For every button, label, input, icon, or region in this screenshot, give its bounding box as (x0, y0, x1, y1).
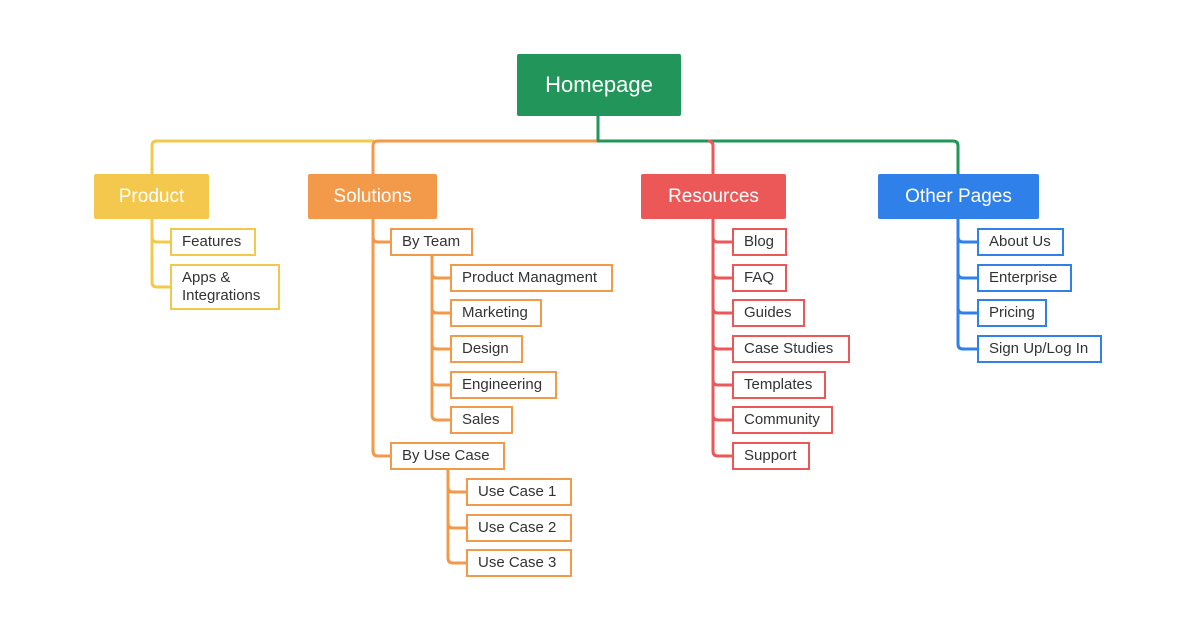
leaf-node-features[interactable]: Features (170, 228, 256, 256)
category-node-resources[interactable]: Resources (641, 174, 786, 219)
leaf-node-templates[interactable]: Templates (732, 371, 826, 399)
leaf-node-pricing[interactable]: Pricing (977, 299, 1047, 327)
leaf-label: Pricing (989, 304, 1035, 321)
leaf-label: Use Case 1 (478, 483, 557, 500)
connector-product-children-branch (150, 236, 170, 244)
leaf-label: Use Case 3 (478, 554, 557, 571)
leaf-label: Blog (744, 233, 775, 250)
connector-product-children-trunk (150, 219, 170, 289)
connector-resources-children-branch (711, 343, 732, 351)
connector-resources-children-branch (711, 414, 732, 422)
leaf-node-about-us[interactable]: About Us (977, 228, 1064, 256)
root-label: Homepage (545, 72, 653, 97)
connector-other-pages-children-trunk (956, 219, 977, 351)
leaf-node-use-case-3[interactable]: Use Case 3 (466, 549, 572, 577)
leaf-label: Use Case 2 (478, 519, 557, 536)
connector-resources-children-branch (711, 379, 732, 387)
leaf-node-sign-up-log-in[interactable]: Sign Up/Log In (977, 335, 1102, 363)
leaf-label: Community (744, 411, 820, 428)
connector-product (150, 139, 374, 174)
leaf-node-enterprise[interactable]: Enterprise (977, 264, 1072, 292)
connector-resources-children-branch (711, 307, 732, 315)
connector-by-team-children-trunk (430, 256, 450, 422)
leaf-label: Enterprise (989, 269, 1058, 286)
leaf-label: Support (744, 447, 797, 464)
connector-by-team-children-branch (430, 379, 450, 387)
connector-resources-children-branch (711, 272, 732, 280)
leaf-node-by-use-case[interactable]: By Use Case (390, 442, 505, 470)
leaf-label: By Use Case (402, 447, 490, 464)
connector-other-pages-children-branch (956, 236, 977, 244)
leaf-label: Templates (744, 376, 813, 393)
leaf-node-blog[interactable]: Blog (732, 228, 787, 256)
connector-solutions (371, 139, 598, 174)
leaf-label: Product Managment (462, 269, 598, 286)
leaf-label: Features (182, 233, 242, 250)
category-node-other-pages[interactable]: Other Pages (878, 174, 1039, 219)
leaf-node-use-case-2[interactable]: Use Case 2 (466, 514, 572, 542)
leaf-label: About Us (989, 233, 1051, 250)
leaf-node-use-case-1[interactable]: Use Case 1 (466, 478, 572, 506)
leaf-label: Guides (744, 304, 792, 321)
leaf-node-support[interactable]: Support (732, 442, 810, 470)
category-label: Other Pages (905, 185, 1012, 207)
connector-by-team-children-branch (430, 307, 450, 315)
connector-resources-children-branch (711, 236, 732, 244)
connector-by-team-children-branch (430, 343, 450, 351)
leaf-node-marketing[interactable]: Marketing (450, 299, 542, 327)
connector-solutions-children-branch (371, 236, 390, 244)
connector-solutions-children-trunk (371, 219, 390, 458)
leaf-label: Design (462, 340, 509, 357)
leaf-node-by-team[interactable]: By Team (390, 228, 473, 256)
connector-by-use-case-children-trunk (446, 470, 466, 565)
category-label: Solutions (333, 185, 412, 207)
leaf-label: Apps & Integrations (182, 269, 261, 304)
category-node-product[interactable]: Product (94, 174, 209, 219)
leaf-node-case-studies[interactable]: Case Studies (732, 335, 850, 363)
connector-other-pages-children-branch (956, 307, 977, 315)
category-node-solutions[interactable]: Solutions (308, 174, 437, 219)
leaf-node-sales[interactable]: Sales (450, 406, 513, 434)
leaf-node-design[interactable]: Design (450, 335, 523, 363)
category-label: Resources (668, 185, 759, 207)
connector-by-use-case-children-branch (446, 486, 466, 494)
leaf-label: Sign Up/Log In (989, 340, 1089, 357)
root-node-homepage[interactable]: Homepage (517, 54, 681, 116)
leaf-label: Sales (462, 411, 500, 428)
connector-other-pages-children-branch (956, 272, 977, 280)
leaf-node-faq[interactable]: FAQ (732, 264, 787, 292)
leaf-label: Case Studies (744, 340, 834, 357)
connector-by-team-children-branch (430, 272, 450, 280)
leaf-label: FAQ (744, 269, 775, 286)
leaf-node-guides[interactable]: Guides (732, 299, 805, 327)
leaf-node-engineering[interactable]: Engineering (450, 371, 557, 399)
connector-resources (707, 139, 715, 174)
leaf-node-product-managment[interactable]: Product Managment (450, 264, 613, 292)
leaf-label: Engineering (462, 376, 543, 393)
leaf-node-apps-integrations[interactable]: Apps & Integrations (170, 264, 280, 310)
category-label: Product (118, 185, 185, 207)
leaf-label: Marketing (462, 304, 528, 321)
leaf-label: By Team (402, 233, 461, 250)
connector-other-pages (596, 116, 960, 174)
leaf-node-community[interactable]: Community (732, 406, 833, 434)
connector-by-use-case-children-branch (446, 522, 466, 530)
